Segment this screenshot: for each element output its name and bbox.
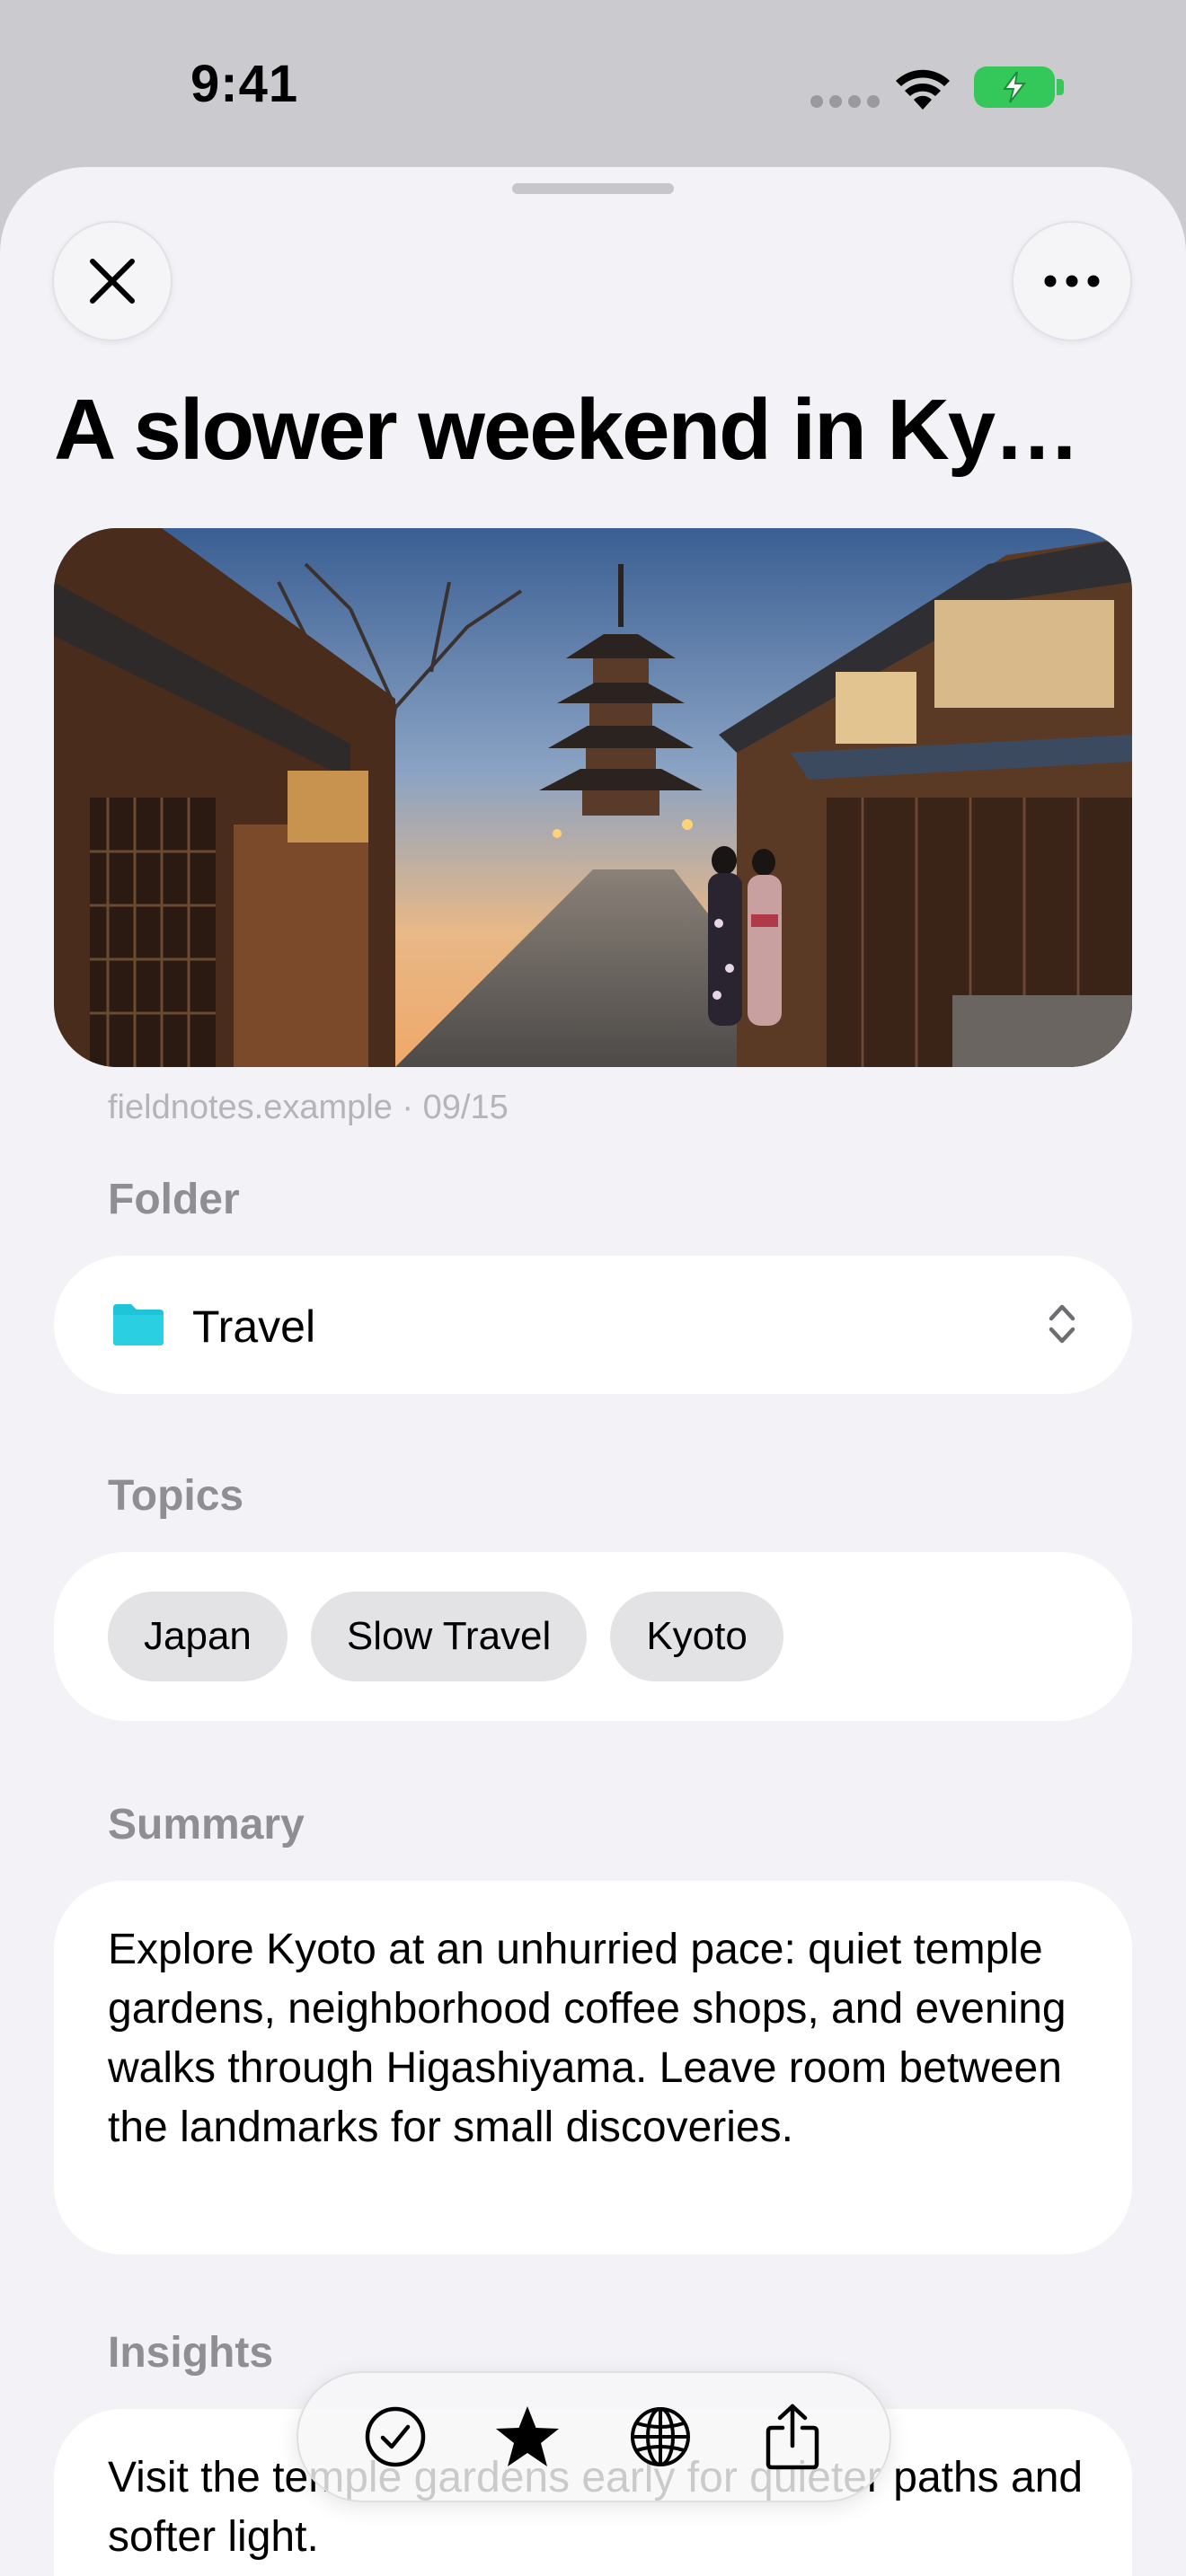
topic-chip[interactable]: Kyoto xyxy=(610,1592,783,1681)
checkmark-circle-icon xyxy=(365,2406,425,2467)
share-icon xyxy=(766,2404,819,2470)
wifi-icon xyxy=(896,69,950,110)
hero-image xyxy=(54,528,1132,1067)
chevron-up-down-icon xyxy=(1049,1304,1075,1344)
folder-picker[interactable]: Travel xyxy=(54,1256,1132,1394)
close-icon xyxy=(90,259,135,304)
bottom-toolbar xyxy=(296,2371,891,2502)
topics-card: Japan Slow Travel Kyoto xyxy=(54,1552,1132,1721)
page-title: A slower weekend in Kyoto xyxy=(54,382,1087,478)
status-time: 9:41 xyxy=(190,55,299,113)
folder-label: Folder xyxy=(108,1176,240,1223)
summary-text: Explore Kyoto at an unhurried pace: quie… xyxy=(108,1926,1067,2151)
ellipsis-icon xyxy=(1044,275,1100,287)
detail-sheet: A slower weekend in Kyoto fieldnotes.exa… xyxy=(0,167,1186,2576)
status-bar: 9:41 xyxy=(0,0,1186,162)
battery-charging-icon xyxy=(974,66,1055,108)
topic-chips: Japan Slow Travel Kyoto xyxy=(108,1592,783,1681)
source-line: fieldnotes.example · 09/15 xyxy=(108,1089,509,1126)
folder-value: Travel xyxy=(192,1301,316,1352)
cellular-signal-icon xyxy=(810,95,880,108)
mark-done-button[interactable] xyxy=(352,2394,438,2480)
summary-label: Summary xyxy=(108,1801,305,1848)
folder-icon xyxy=(113,1304,164,1345)
insights-label: Insights xyxy=(108,2329,274,2377)
topic-chip[interactable]: Slow Travel xyxy=(310,1592,588,1681)
favorite-button[interactable] xyxy=(484,2394,571,2480)
globe-icon xyxy=(630,2407,690,2466)
share-button[interactable] xyxy=(749,2394,836,2480)
sheet-grabber[interactable] xyxy=(512,183,674,194)
close-button[interactable] xyxy=(52,221,173,341)
open-in-browser-button[interactable] xyxy=(617,2394,704,2480)
summary-card: Explore Kyoto at an unhurried pace: quie… xyxy=(54,1881,1132,2254)
star-icon xyxy=(496,2406,560,2466)
more-button[interactable] xyxy=(1012,221,1132,341)
battery-cap xyxy=(1057,79,1064,95)
topic-chip[interactable]: Japan xyxy=(108,1592,288,1681)
topics-label: Topics xyxy=(108,1472,244,1520)
